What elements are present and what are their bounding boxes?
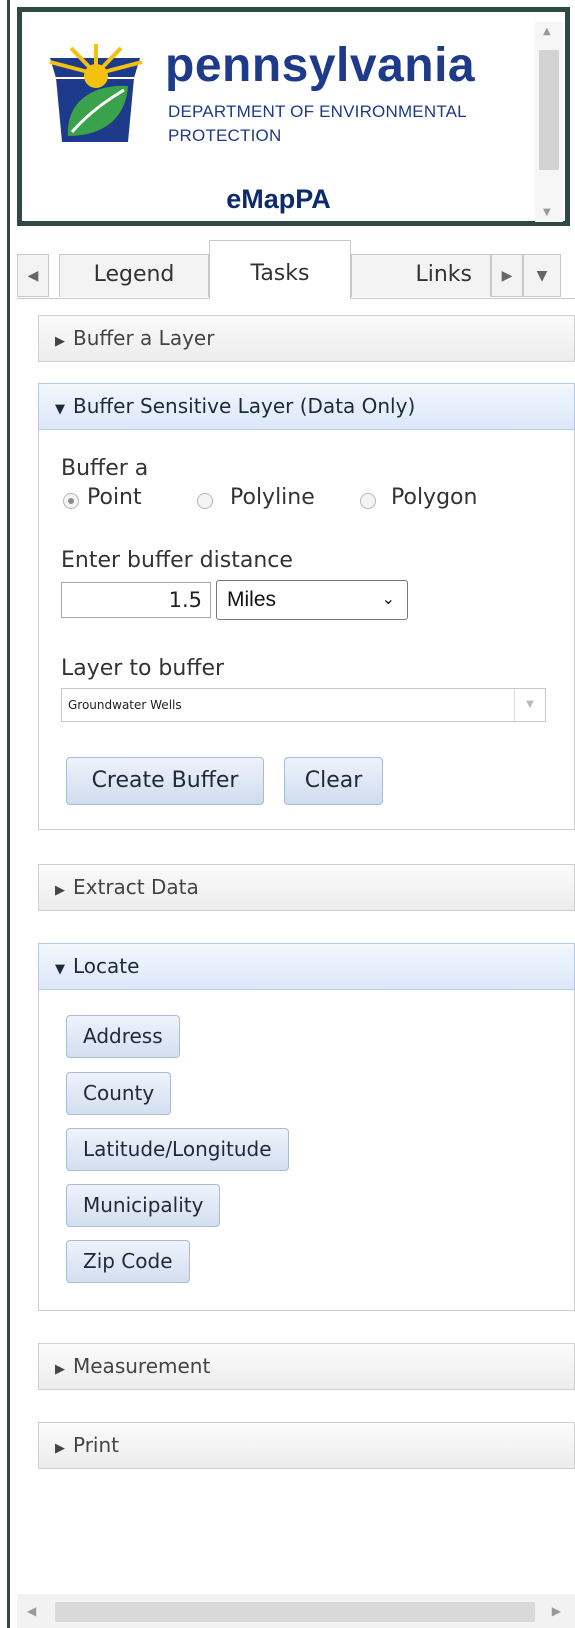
section-title: Measurement [73, 1354, 211, 1378]
tab-strip: ◀ Legend Tasks Links ▶ ▼ [17, 240, 575, 299]
section-header-buffer-layer[interactable]: ▶ Buffer a Layer [38, 315, 575, 362]
chevron-down-icon: ⌄ [381, 591, 395, 608]
locate-address-button[interactable]: Address [66, 1015, 180, 1058]
caret-down-icon: ▼ [55, 962, 65, 977]
locate-zipcode-button[interactable]: Zip Code [66, 1240, 190, 1283]
locate-county-button[interactable]: County [66, 1072, 172, 1115]
tab-links[interactable]: Links [351, 254, 491, 297]
section-locate: ▼ Locate Address County Latitude/Longitud… [38, 943, 575, 1311]
section-header-measurement[interactable]: ▶ Measurement [38, 1343, 575, 1390]
section-title: Buffer a Layer [73, 326, 215, 350]
caret-right-icon: ▶ [55, 1362, 65, 1377]
radio-polygon-label[interactable]: Polygon [391, 485, 477, 510]
department-line-2: PROTECTION [168, 126, 282, 145]
caret-right-icon: ▶ [55, 1441, 65, 1456]
section-measurement: ▶ Measurement [38, 1343, 575, 1390]
buffer-a-label: Buffer a [61, 456, 149, 481]
section-header-locate[interactable]: ▼ Locate [38, 943, 575, 990]
locate-municipality-button[interactable]: Municipality [66, 1184, 221, 1227]
layer-label: Layer to buffer [61, 656, 225, 681]
scroll-right-icon[interactable]: ▶ [552, 1604, 561, 1618]
radio-point[interactable] [63, 493, 79, 509]
tab-scroll-left-icon[interactable]: ◀ [17, 254, 49, 297]
section-header-print[interactable]: ▶ Print [38, 1422, 575, 1469]
section-buffer-layer: ▶ Buffer a Layer [38, 315, 575, 362]
keystone-leaf-logo-icon [49, 44, 143, 142]
scroll-left-icon[interactable]: ◀ [27, 1604, 36, 1618]
tab-legend[interactable]: Legend [59, 254, 209, 297]
section-title: Extract Data [73, 875, 199, 899]
header-banner: pennsylvania DEPARTMENT OF ENVIRONMENTAL… [17, 7, 570, 226]
layer-combo-value: Groundwater Wells [68, 698, 182, 712]
tab-tasks[interactable]: Tasks [209, 240, 351, 299]
radio-polyline-label[interactable]: Polyline [230, 485, 315, 510]
section-title: Locate [73, 954, 140, 978]
layer-to-buffer-combo[interactable]: Groundwater Wells ▼ [61, 688, 546, 722]
locate-latlong-button[interactable]: Latitude/Longitude [66, 1128, 289, 1171]
clear-button[interactable]: Clear [284, 757, 383, 805]
section-print: ▶ Print [38, 1422, 575, 1469]
brand-title: pennsylvania [165, 39, 476, 92]
buffer-distance-input[interactable]: 1.5 [61, 582, 211, 618]
department-line-1: DEPARTMENT OF ENVIRONMENTAL [168, 102, 467, 121]
distance-unit-select[interactable]: Miles ⌄ [216, 580, 408, 620]
create-buffer-button[interactable]: Create Buffer [66, 757, 264, 805]
distance-label: Enter buffer distance [61, 548, 293, 573]
tab-scroll-right-icon[interactable]: ▶ [491, 254, 523, 297]
locate-body: Address County Latitude/Longitude Munici… [38, 990, 575, 1311]
distance-unit-value: Miles [227, 588, 277, 611]
department-name: DEPARTMENT OF ENVIRONMENTAL PROTECTION [168, 100, 538, 148]
chevron-down-icon[interactable]: ▼ [514, 689, 545, 721]
scroll-up-icon[interactable]: ▲ [543, 26, 551, 37]
caret-right-icon: ▶ [55, 883, 65, 898]
horizontal-scrollbar[interactable]: ◀ ▶ [17, 1594, 575, 1628]
caret-right-icon: ▶ [55, 334, 65, 349]
radio-polyline[interactable] [197, 493, 213, 509]
section-buffer-sensitive: ▼ Buffer Sensitive Layer (Data Only) Buff… [38, 383, 575, 830]
scroll-down-icon[interactable]: ▼ [543, 207, 551, 218]
section-title: Print [73, 1433, 120, 1457]
section-title: Buffer Sensitive Layer (Data Only) [73, 394, 416, 418]
tab-menu-chevron-down-icon[interactable]: ▼ [523, 254, 561, 297]
horizontal-scroll-thumb[interactable] [55, 1602, 535, 1622]
section-header-extract-data[interactable]: ▶ Extract Data [38, 864, 575, 911]
app-name: eMapPA [226, 184, 331, 214]
header-scrollbar[interactable]: ▲ ▼ [535, 22, 563, 222]
caret-down-icon: ▼ [55, 402, 65, 417]
header-scroll-thumb[interactable] [539, 50, 559, 170]
radio-point-label[interactable]: Point [87, 485, 142, 510]
buffer-sensitive-body: Buffer a Point Polyline Polygon Enter bu… [38, 430, 575, 830]
section-header-buffer-sensitive[interactable]: ▼ Buffer Sensitive Layer (Data Only) [38, 383, 575, 430]
radio-polygon[interactable] [360, 493, 376, 509]
section-extract-data: ▶ Extract Data [38, 864, 575, 911]
